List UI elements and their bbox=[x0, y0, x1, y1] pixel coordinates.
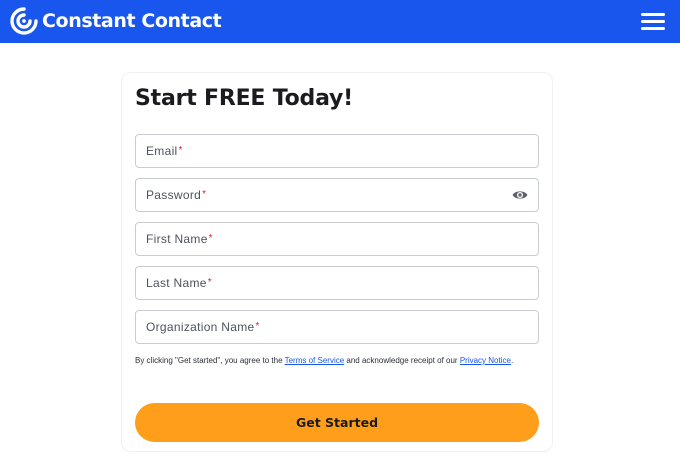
required-mark: * bbox=[178, 145, 183, 156]
privacy-notice-link[interactable]: Privacy Notice bbox=[460, 356, 511, 365]
organization-name-label: Organization Name* bbox=[146, 320, 260, 334]
get-started-button[interactable]: Get Started bbox=[135, 403, 539, 442]
password-field[interactable]: Password* bbox=[135, 178, 539, 212]
required-mark: * bbox=[202, 189, 207, 200]
legal-disclaimer: By clicking "Get started", you agree to … bbox=[135, 356, 514, 365]
hamburger-menu-icon[interactable] bbox=[641, 11, 665, 31]
brand-name: Constant Contact bbox=[42, 10, 222, 32]
required-mark: * bbox=[255, 321, 260, 332]
required-mark: * bbox=[207, 277, 212, 288]
last-name-field[interactable]: Last Name* bbox=[135, 266, 539, 300]
top-header: Constant Contact bbox=[0, 0, 680, 43]
email-field[interactable]: Email* bbox=[135, 134, 539, 168]
eye-icon[interactable] bbox=[512, 188, 528, 202]
page-title: Start FREE Today! bbox=[135, 86, 354, 111]
first-name-label: First Name* bbox=[146, 232, 213, 246]
email-label: Email* bbox=[146, 144, 183, 158]
password-label: Password* bbox=[146, 188, 207, 202]
signup-card bbox=[121, 72, 553, 452]
organization-name-field[interactable]: Organization Name* bbox=[135, 310, 539, 344]
terms-of-service-link[interactable]: Terms of Service bbox=[285, 356, 345, 365]
first-name-field[interactable]: First Name* bbox=[135, 222, 539, 256]
brand-logo[interactable]: Constant Contact bbox=[10, 7, 222, 35]
required-mark: * bbox=[208, 233, 213, 244]
last-name-label: Last Name* bbox=[146, 276, 212, 290]
constant-contact-logo-icon bbox=[10, 7, 38, 35]
